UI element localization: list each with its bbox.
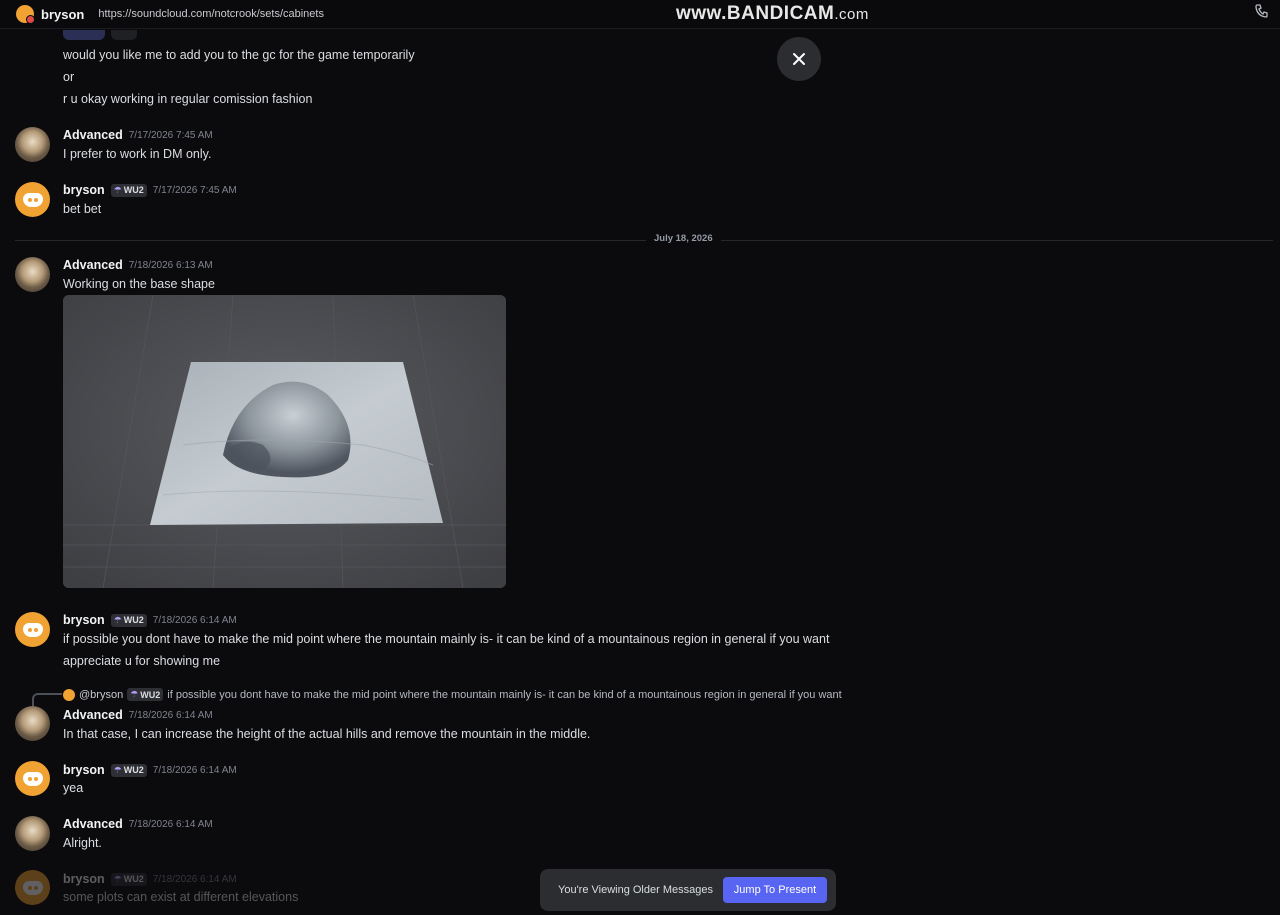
jump-to-present-button[interactable]: Jump To Present <box>722 877 827 903</box>
message-header: bryson ☂ WU2 7/18/2026 6:14 AM <box>63 613 237 627</box>
older-messages-bar: You're Viewing Older Messages Jump To Pr… <box>540 869 836 911</box>
tag-icon: ☂ <box>113 764 122 775</box>
reaction-row <box>63 30 137 40</box>
top-status-link[interactable]: https://soundcloud.com/notcrook/sets/cab… <box>98 8 324 20</box>
top-username[interactable]: bryson <box>41 7 84 22</box>
message-text: yea <box>63 781 84 795</box>
older-messages-notice: You're Viewing Older Messages <box>558 884 713 896</box>
author-name[interactable]: Advanced <box>63 708 123 722</box>
timestamp: 7/18/2026 6:14 AM <box>152 764 237 776</box>
message-header: bryson ☂ WU2 7/18/2026 6:14 AM <box>63 872 237 886</box>
avatar[interactable] <box>15 870 50 905</box>
phone-call-icon[interactable] <box>1254 3 1272 21</box>
tag-icon: ☂ <box>130 689 139 699</box>
reply-spine <box>32 693 62 707</box>
tag-label: WU2 <box>123 615 144 625</box>
avatar[interactable] <box>15 612 50 647</box>
avatar[interactable] <box>15 761 50 796</box>
watermark-suffix: .com <box>834 6 869 23</box>
author-name[interactable]: Advanced <box>63 817 123 831</box>
close-icon <box>793 53 805 65</box>
author-name[interactable]: Advanced <box>63 258 123 272</box>
terrain-render-image <box>63 295 506 588</box>
timestamp: 7/18/2026 6:14 AM <box>152 873 237 885</box>
guild-tag: ☂ WU2 <box>127 688 164 701</box>
message-header: Advanced 7/18/2026 6:14 AM <box>63 708 213 722</box>
author-name[interactable]: Advanced <box>63 128 123 142</box>
reply-avatar <box>63 688 75 701</box>
image-attachment[interactable] <box>63 295 506 588</box>
message-text: Working on the base shape <box>63 277 215 291</box>
discord-logo-icon <box>22 771 43 786</box>
guild-tag[interactable]: ☂ WU2 <box>110 763 147 777</box>
message-header: Advanced 7/18/2026 6:13 AM <box>63 258 213 272</box>
guild-tag[interactable]: ☂ WU2 <box>110 613 147 627</box>
message-text: bet bet <box>63 202 102 216</box>
discord-logo-icon <box>22 622 43 637</box>
add-reaction-chip[interactable] <box>111 30 137 40</box>
avatar[interactable] <box>15 182 50 217</box>
top-bar: bryson https://soundcloud.com/notcrook/s… <box>0 0 1280 29</box>
avatar[interactable] <box>15 257 50 292</box>
guild-tag[interactable]: ☂ WU2 <box>110 183 147 197</box>
message-text: appreciate u for showing me <box>63 654 221 668</box>
tag-label: WU2 <box>123 874 144 884</box>
avatar[interactable] <box>15 816 50 851</box>
author-name[interactable]: bryson <box>63 763 105 777</box>
tag-label: WU2 <box>123 765 144 775</box>
message-header: Advanced 7/17/2026 7:45 AM <box>63 128 213 142</box>
avatar[interactable] <box>15 127 50 162</box>
discord-logo-icon <box>22 880 43 895</box>
message-text: In that case, I can increase the height … <box>63 727 591 741</box>
message-text: if possible you dont have to make the mi… <box>63 632 830 646</box>
timestamp: 7/18/2026 6:14 AM <box>128 818 213 830</box>
recording-watermark: www.BANDICAM.com <box>676 3 869 25</box>
discord-logo-icon <box>22 192 43 207</box>
author-name[interactable]: bryson <box>63 613 105 627</box>
tag-icon: ☂ <box>113 873 122 884</box>
message-header: Advanced 7/18/2026 6:14 AM <box>63 817 213 831</box>
tag-icon: ☂ <box>113 184 122 195</box>
timestamp: 7/17/2026 7:45 AM <box>128 129 213 141</box>
timestamp: 7/17/2026 7:45 AM <box>152 184 237 196</box>
timestamp: 7/18/2026 6:14 AM <box>152 614 237 626</box>
message-text: Alright. <box>63 836 102 850</box>
reply-preview[interactable]: @bryson ☂ WU2 if possible you dont have t… <box>63 688 842 701</box>
message-line: or <box>63 70 75 84</box>
timestamp: 7/18/2026 6:14 AM <box>128 709 213 721</box>
message-text: some plots can exist at different elevat… <box>63 890 299 904</box>
reply-mention[interactable]: @bryson <box>79 689 123 701</box>
author-name[interactable]: bryson <box>63 183 105 197</box>
reaction-chip[interactable] <box>63 30 105 40</box>
message-text: I prefer to work in DM only. <box>63 147 212 161</box>
timestamp: 7/18/2026 6:13 AM <box>128 259 213 271</box>
avatar[interactable] <box>15 706 50 741</box>
date-divider-label: July 18, 2026 <box>646 233 721 244</box>
author-name[interactable]: bryson <box>63 872 105 886</box>
top-avatar[interactable] <box>16 5 35 24</box>
tag-label: WU2 <box>123 185 144 195</box>
watermark-main: www.BANDICAM <box>676 3 835 24</box>
message-line: would you like me to add you to the gc f… <box>63 48 415 62</box>
close-button[interactable] <box>777 37 821 81</box>
message-line: r u okay working in regular comission fa… <box>63 92 313 106</box>
tag-label: WU2 <box>140 689 161 700</box>
date-divider <box>15 240 1273 241</box>
message-header: bryson ☂ WU2 7/18/2026 6:14 AM <box>63 763 237 777</box>
message-header: bryson ☂ WU2 7/17/2026 7:45 AM <box>63 183 237 197</box>
guild-tag[interactable]: ☂ WU2 <box>110 872 147 886</box>
tag-icon: ☂ <box>113 614 122 625</box>
reply-text: if possible you dont have to make the mi… <box>167 688 842 701</box>
